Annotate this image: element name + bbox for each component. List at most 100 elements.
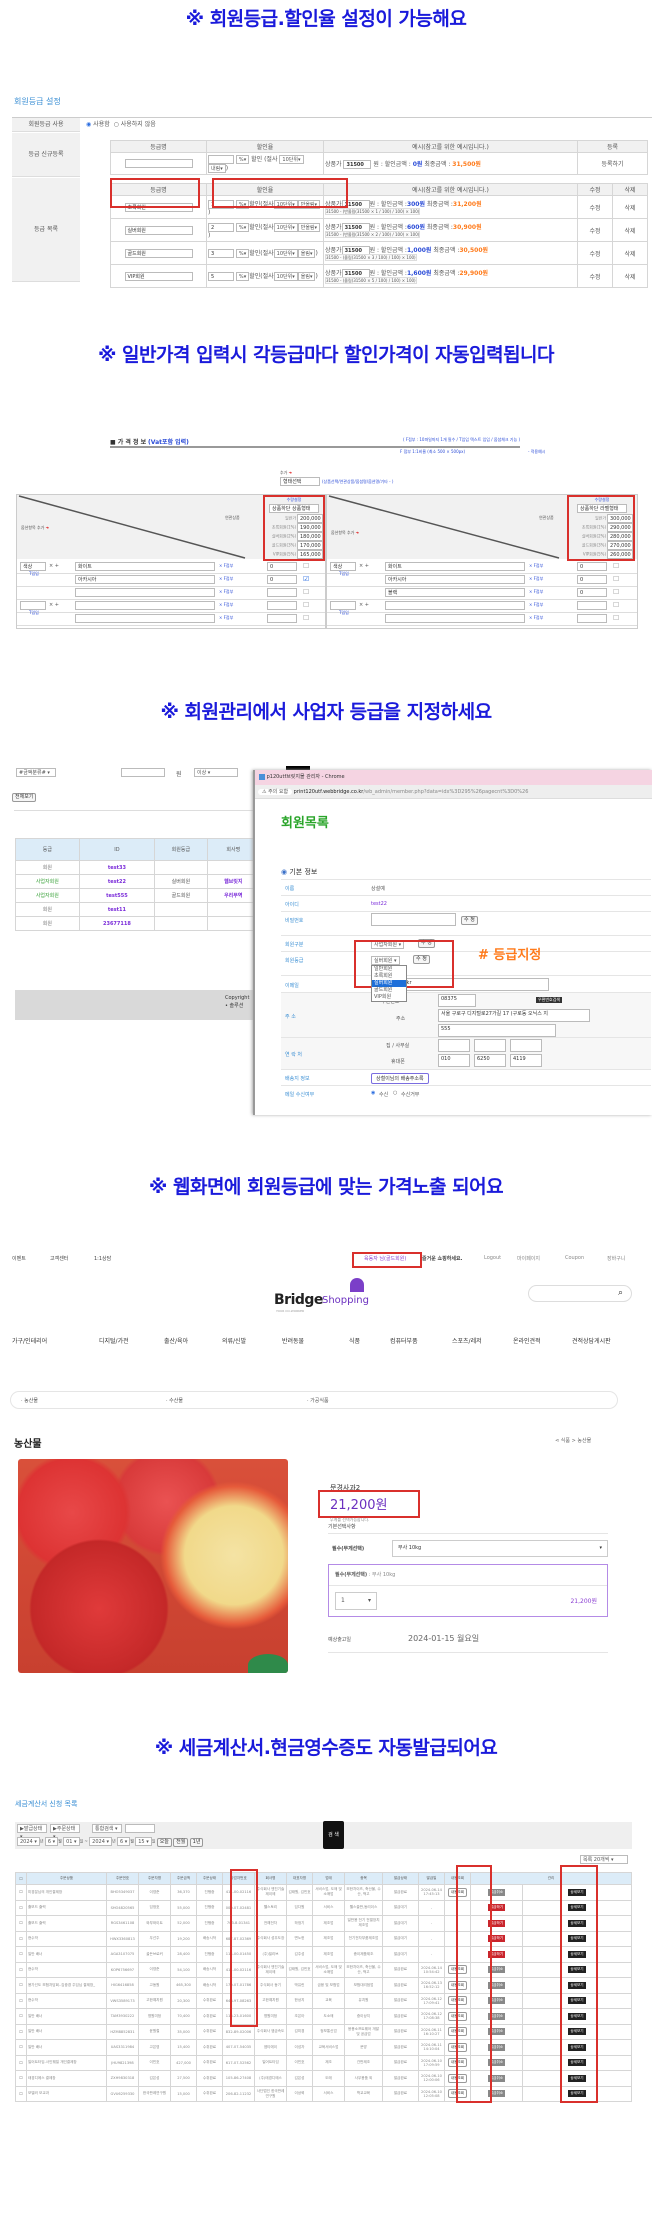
delete-button[interactable]: 삭제 xyxy=(612,264,648,288)
subcat-processed[interactable]: · 가공식품 xyxy=(307,1397,329,1404)
member-id-link[interactable]: test22 xyxy=(78,874,156,889)
grade-option[interactable]: 골드회원 xyxy=(372,987,406,994)
option-checkbox[interactable]: ☐ xyxy=(303,601,309,609)
unit-select[interactable]: %▾ xyxy=(235,272,250,281)
member-row[interactable]: 사업자회원 test555 골드회원 우리무역 xyxy=(15,888,261,903)
option-value-input[interactable]: 아카시아 xyxy=(385,575,525,584)
mail-yes-radio[interactable]: ◉ xyxy=(371,1090,375,1096)
nav-item[interactable]: 반려동물 xyxy=(282,1336,304,1345)
row-checkbox[interactable]: ☐ xyxy=(15,1915,27,1932)
row-checkbox[interactable]: ☐ xyxy=(15,2008,27,2025)
mypage-link[interactable]: 마이페이지 xyxy=(517,1255,540,1262)
search-icon[interactable]: ⌕ xyxy=(618,1288,623,1298)
nav-item[interactable]: 견적상담게시판 xyxy=(572,1336,611,1345)
product-image-apples[interactable] xyxy=(18,1459,288,1673)
cut-select[interactable]: 10단위▾ xyxy=(273,249,298,258)
grade-rate-input[interactable]: 2 xyxy=(208,222,234,232)
file-attach-link[interactable]: × F접부 xyxy=(219,589,233,595)
new-grade-rate-input[interactable] xyxy=(208,155,234,164)
member-id-link[interactable]: test555 xyxy=(78,888,156,903)
list-count-select[interactable]: 목록 20개씩 ▾ xyxy=(580,1855,628,1864)
nav-item[interactable]: 컴퓨터부품 xyxy=(390,1336,418,1345)
mobile-phone-input[interactable]: 010 xyxy=(438,1054,470,1067)
remove-add-icon[interactable]: × + xyxy=(359,563,369,569)
order-status-select[interactable]: ▶주문상태 ▾ xyxy=(50,1824,80,1840)
option-checkbox[interactable]: ☐ xyxy=(303,614,309,622)
mobile-phone-input[interactable]: 4119 xyxy=(510,1054,542,1067)
option-qty-input[interactable] xyxy=(267,588,297,597)
grade-name-input[interactable]: 골드회원 xyxy=(124,248,193,258)
grade-name-input[interactable]: 실버회원 xyxy=(124,225,193,235)
select-all-checkbox[interactable]: ☐ xyxy=(15,1872,27,1885)
option-value-input[interactable] xyxy=(75,614,215,623)
option-checkbox[interactable]: ☐ xyxy=(613,601,619,609)
file-attach-link[interactable]: × F접부 xyxy=(219,576,233,582)
option-qty-input[interactable] xyxy=(267,614,297,623)
customer-center-link[interactable]: 고객센터 xyxy=(50,1255,68,1262)
weight-select[interactable]: 부사 10kg ▾ xyxy=(392,1540,608,1557)
remove-add-icon[interactable]: × + xyxy=(359,602,369,608)
zip-input[interactable]: 08375 xyxy=(438,994,476,1007)
type-select[interactable]: 형태선택 xyxy=(280,477,320,486)
subcat-agri[interactable]: · 농산물 xyxy=(21,1397,38,1404)
cut-select[interactable]: 10단위▾ xyxy=(273,272,298,281)
password-edit-button[interactable]: 수 정 xyxy=(461,916,478,925)
amount-filter-select[interactable]: #금액분류# ▾ xyxy=(16,768,56,777)
member-row[interactable]: 회원 23677118 xyxy=(15,916,261,931)
nav-item[interactable]: 식품 xyxy=(349,1336,360,1345)
zip-search-button[interactable]: 우편번호검색 xyxy=(536,997,563,1003)
row-checkbox[interactable]: ☐ xyxy=(15,1977,27,1994)
last-month-button[interactable]: 전월 xyxy=(173,1837,189,1847)
new-unit-select[interactable]: %▾ xyxy=(235,155,250,164)
subcat-seafood[interactable]: · 수산물 xyxy=(166,1397,183,1404)
cart-link[interactable]: 장바구니 xyxy=(607,1255,625,1262)
to-day-select[interactable]: 15 ▾ xyxy=(135,1837,152,1846)
nav-item[interactable]: 디지털/가전 xyxy=(99,1336,129,1345)
row-checkbox[interactable]: ☐ xyxy=(15,2039,27,2056)
to-year-select[interactable]: 2024 ▾ xyxy=(89,1837,112,1846)
round-select[interactable]: 올림▾ xyxy=(297,249,316,258)
member-id-link[interactable]: test11 xyxy=(78,902,156,917)
from-day-select[interactable]: 01 ▾ xyxy=(63,1837,80,1846)
mail-no-radio[interactable]: ○ xyxy=(393,1090,397,1096)
address-bar[interactable]: ⚠ 주의 요함 print120utf.webbridge.co.kr/wb_a… xyxy=(255,785,652,799)
member-row[interactable]: 사업자회원 test22 실버회원 웹브릿지 xyxy=(15,874,261,889)
new-price-input[interactable]: 31500 xyxy=(343,159,372,169)
option-checkbox[interactable]: ☐ xyxy=(303,588,309,596)
row-checkbox[interactable]: ☐ xyxy=(15,1992,27,2009)
unit-select[interactable]: %▾ xyxy=(235,222,250,232)
security-warning[interactable]: ⚠ 주의 요함 xyxy=(258,789,293,795)
search-input[interactable]: ⌕ xyxy=(528,1285,632,1302)
bridge-shopping-logo[interactable]: Bridge Shopping YOUR CO-WORKER xyxy=(274,1278,384,1318)
grade-option[interactable]: VIP회원 xyxy=(372,994,406,1001)
round-select[interactable]: 반올림▾ xyxy=(297,222,321,232)
option-qty-input[interactable]: 0 xyxy=(577,575,607,584)
new-cut-select[interactable]: 10단위▾ xyxy=(279,155,304,164)
row-checkbox[interactable]: ☐ xyxy=(15,1899,27,1916)
row-checkbox[interactable]: ☐ xyxy=(15,1946,27,1963)
share-icon[interactable]: ⋖ xyxy=(555,1438,559,1444)
edit-button[interactable]: 수정 xyxy=(577,195,613,219)
mobile-phone-input[interactable]: 6250 xyxy=(474,1054,506,1067)
member-id-link[interactable]: 23677118 xyxy=(78,916,156,931)
option-name-input[interactable] xyxy=(20,601,46,610)
delete-button[interactable]: 삭제 xyxy=(612,195,648,219)
new-round-select[interactable]: 내림▾ xyxy=(208,164,226,173)
search-button[interactable]: 검 색 xyxy=(323,1821,344,1849)
address-input[interactable]: 서울 구로구 디지털로27가길 17 (구로동 오닉스 지 xyxy=(438,1009,590,1022)
member-id-link[interactable]: test33 xyxy=(78,860,156,875)
option-qty-input[interactable]: 0 xyxy=(577,562,607,571)
radio-use-no[interactable]: ○ xyxy=(114,121,119,128)
edit-button[interactable]: 수정 xyxy=(577,218,613,242)
new-grade-name-input[interactable] xyxy=(124,159,193,168)
option-qty-input[interactable] xyxy=(577,614,607,623)
search-type-select[interactable]: 통합검색 ▾ xyxy=(92,1824,122,1833)
option-value-input[interactable] xyxy=(75,588,215,597)
grade-rate-input[interactable]: 3 xyxy=(208,249,234,258)
edit-button[interactable]: 수정 xyxy=(577,264,613,288)
shipping-address-button[interactable]: 상철이님의 배송주소록 xyxy=(371,1073,429,1084)
option-name-input[interactable]: 색상 xyxy=(330,562,356,571)
coupon-link[interactable]: Coupon xyxy=(565,1255,584,1261)
option-qty-input[interactable]: 0 xyxy=(267,575,297,584)
option-value-input[interactable] xyxy=(385,601,525,610)
